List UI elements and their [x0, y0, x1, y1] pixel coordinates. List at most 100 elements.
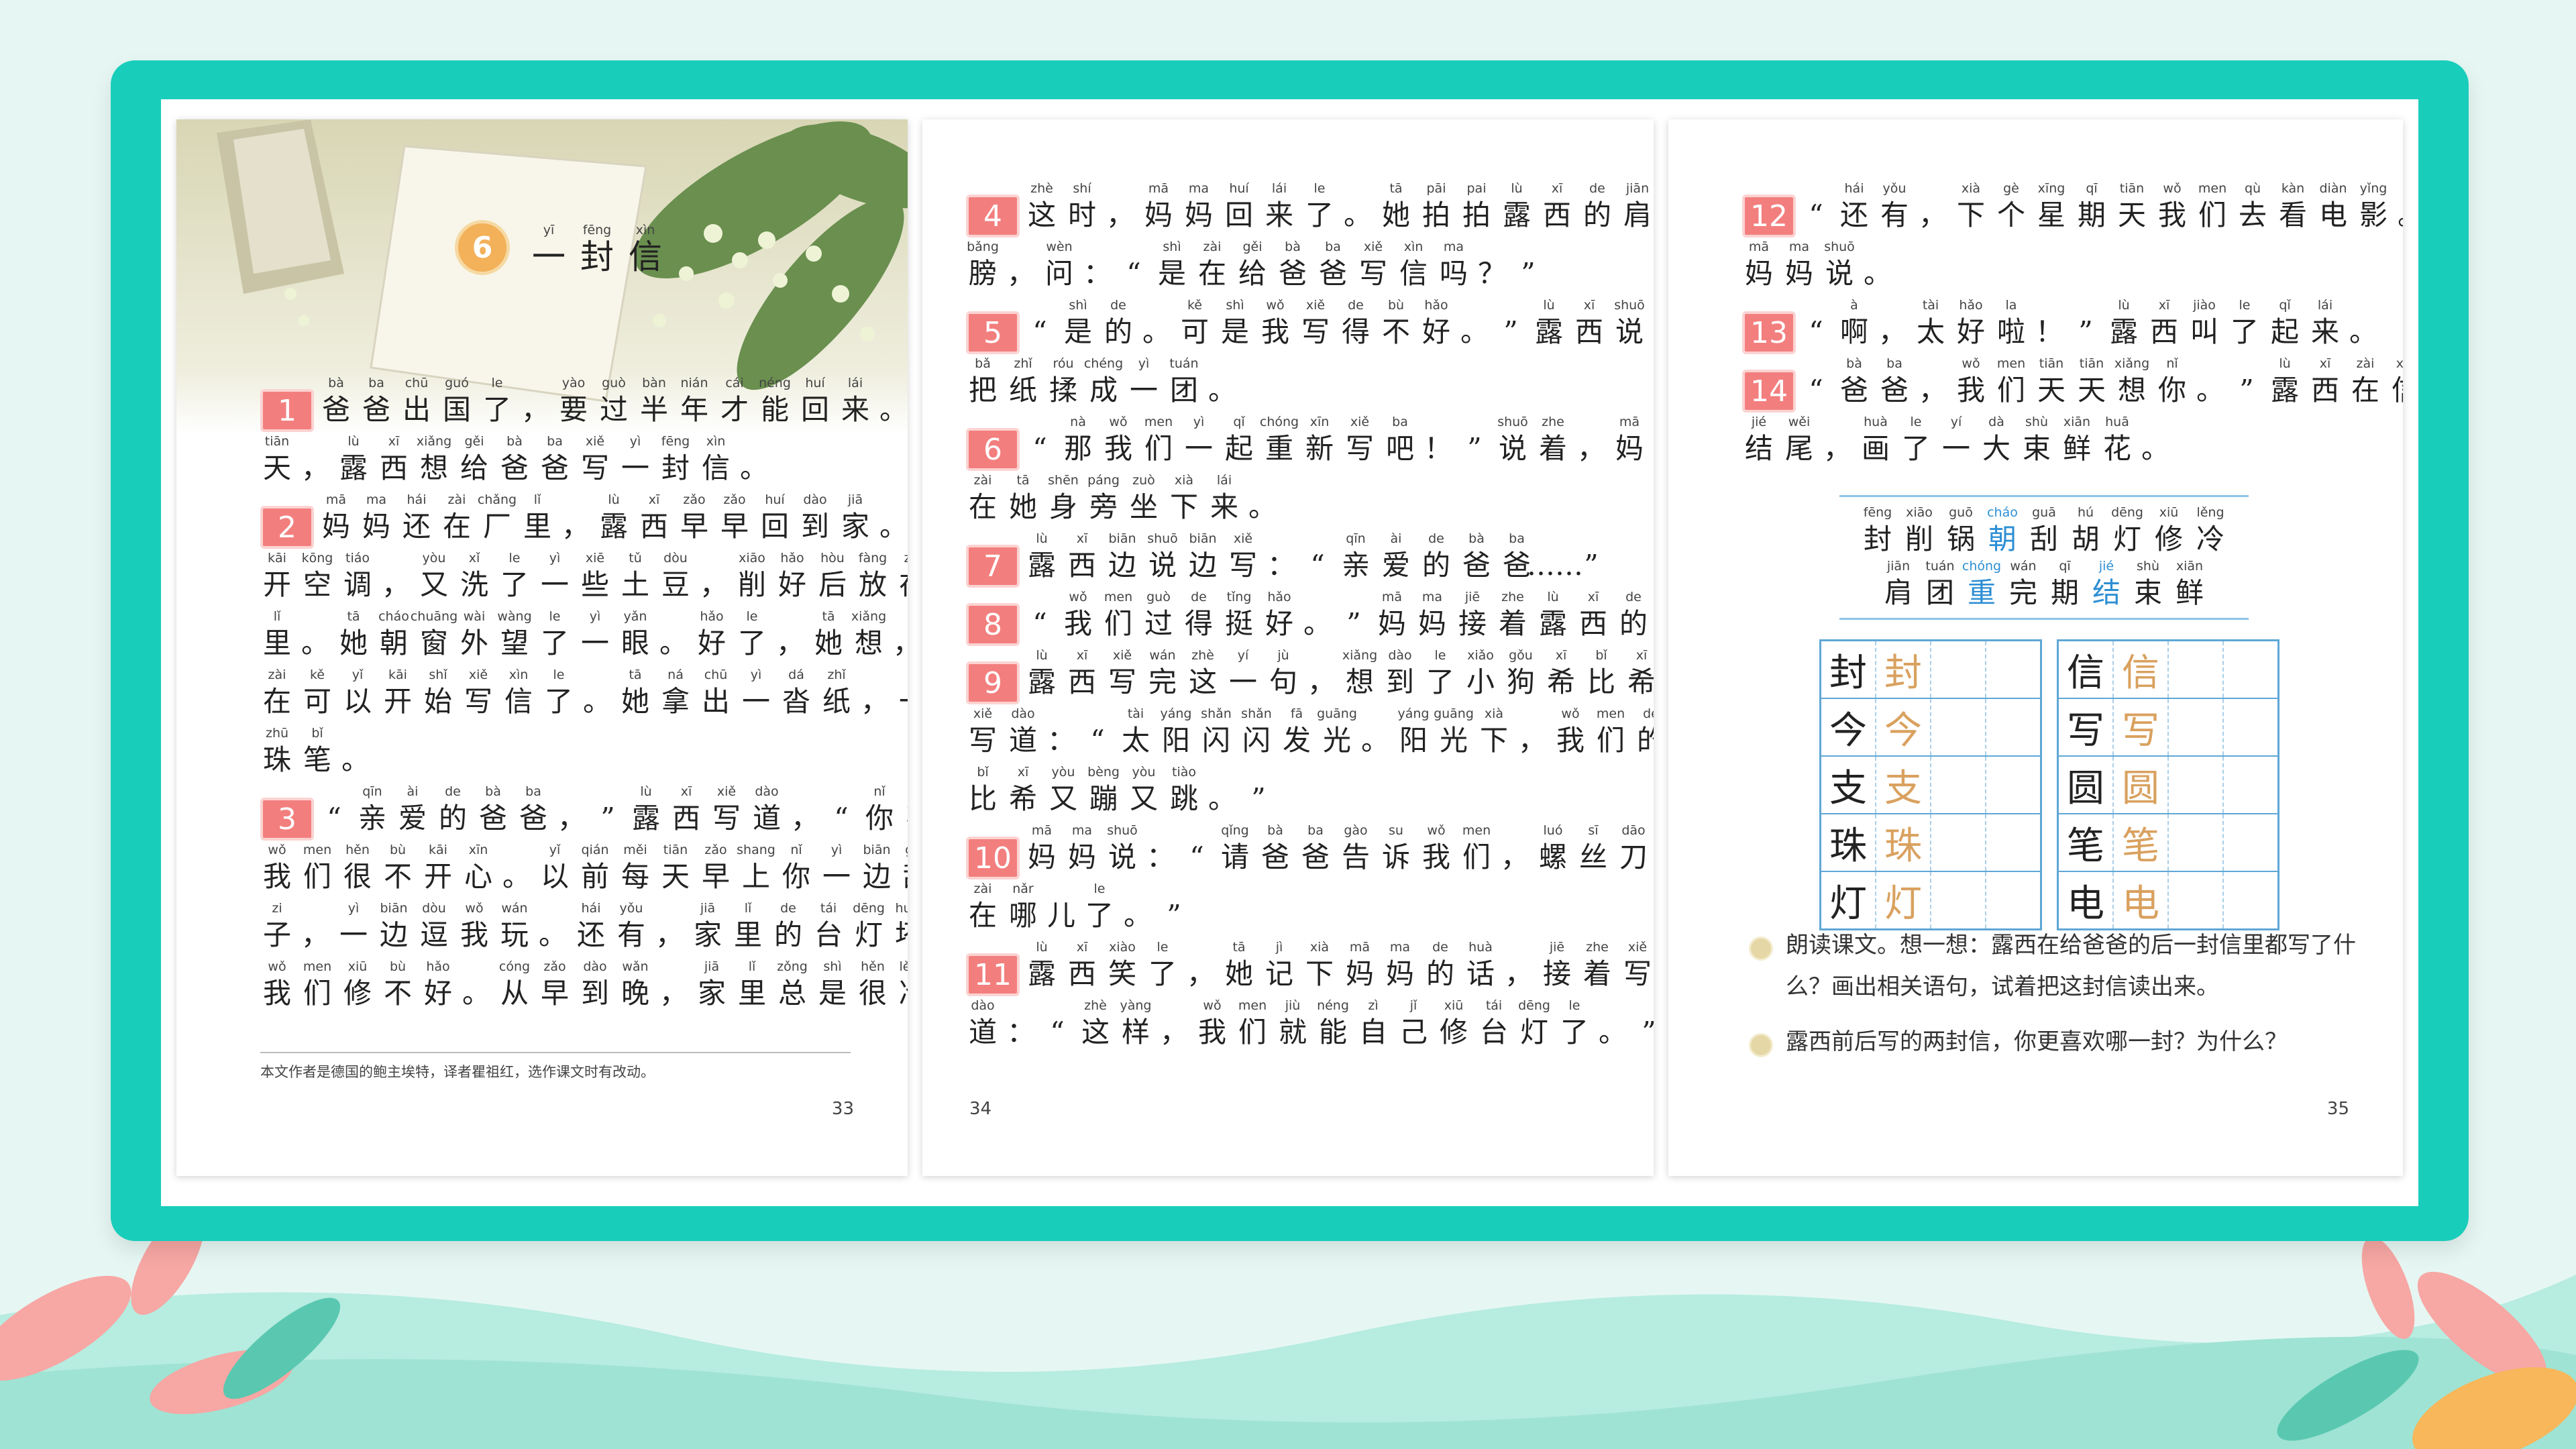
question-1: 朗读课文。想一想：露西在给爸爸的后一封信里都写了什么？画出相关语句，试着把这封信…: [1749, 924, 2386, 1008]
pinyin: wǒ: [1069, 590, 1087, 604]
pinyin: le: [2239, 298, 2251, 313]
pinyin: hái: [1844, 181, 1864, 196]
hanzi: 在: [899, 567, 908, 603]
pinyin: jiào: [2193, 298, 2216, 313]
ruby-char: shù 束: [2127, 557, 2169, 611]
writing-char-cell: 灯: [1821, 872, 1876, 928]
ruby-char: lù 露: [333, 433, 374, 486]
paragraph-number-badge: 2: [260, 506, 314, 549]
ruby-char: ”: [1240, 763, 1277, 817]
writing-practice-grid: 封封今今支支珠珠灯灯 信信写写圆圆笔笔电电: [1819, 639, 2279, 930]
hanzi: 国: [442, 393, 471, 426]
pinyin: cháo: [378, 609, 409, 624]
hanzi: 有: [616, 918, 645, 951]
ruby-char: xiě 写: [458, 666, 498, 720]
pinyin: tā: [629, 667, 642, 682]
paragraph-number-badge: 6: [966, 428, 1020, 471]
hanzi: 坐: [1129, 490, 1158, 523]
pinyin: wán: [1149, 648, 1176, 663]
pinyin: tái: [820, 901, 837, 916]
hanzi: ，: [893, 625, 908, 661]
ruby-char: wěi 尾: [1779, 413, 1819, 467]
ruby-char: “: [1299, 530, 1336, 584]
pinyin: xī: [1635, 648, 1648, 663]
ruby-char: nǐ 你: [2152, 355, 2192, 409]
pinyin: qù: [2244, 181, 2261, 196]
pinyin: guò: [602, 376, 626, 390]
ruby-char: bǐ 比: [963, 763, 1003, 817]
pinyin: xī: [2158, 298, 2170, 313]
pinyin: le: [1313, 181, 1326, 196]
ruby-char: ！: [2031, 297, 2068, 350]
pinyin: bù: [389, 843, 407, 857]
ruby-char: men 们: [1138, 413, 1179, 467]
ruby-char: kàn 看: [2273, 180, 2313, 233]
pinyin: bàn: [642, 376, 666, 390]
ruby-char: xī 西: [2305, 355, 2345, 409]
hanzi: 天: [262, 451, 291, 484]
hanzi: 请: [1220, 841, 1249, 873]
ruby-char: gào 告: [1336, 822, 1376, 875]
hanzi: 冷: [899, 975, 908, 1012]
hanzi: 。: [538, 918, 567, 951]
ruby-char: xiān 鲜: [2057, 413, 2097, 467]
pinyin: xià: [1961, 181, 1981, 196]
hanzi: 在: [2351, 374, 2379, 407]
hanzi: 拍: [1421, 199, 1450, 231]
hanzi: 露: [1027, 665, 1056, 698]
hanzi: 们: [1996, 374, 2025, 407]
hanzi: 露: [631, 802, 660, 835]
writing-row: 支支: [1821, 757, 2040, 814]
hanzi: 到: [800, 510, 829, 543]
ruby-char: lǐ 里: [728, 900, 768, 953]
hanzi: 来: [1210, 490, 1238, 523]
ruby-char: hái 还: [396, 491, 437, 545]
ruby-char: yì 一: [333, 900, 374, 953]
pinyin: tuán: [1169, 356, 1199, 371]
ruby-char: hǎo 好: [692, 608, 732, 661]
pinyin: men: [303, 843, 332, 857]
hanzi: 妈: [1345, 957, 1374, 990]
ruby-char: jiào 叫: [2184, 297, 2224, 350]
ruby-char: xiū 修: [2148, 504, 2190, 557]
question-2: 露西前后写的两封信，你更喜欢哪一封？为什么？: [1749, 1021, 2386, 1063]
hanzi: “: [1050, 1016, 1065, 1049]
pinyin: xiān: [2176, 559, 2204, 574]
hanzi: 家: [841, 510, 869, 543]
hanzi: 接: [1458, 607, 1487, 640]
hanzi: 露: [339, 451, 368, 484]
ruby-char: de 的: [1631, 705, 1654, 759]
ruby-char: yì 一: [575, 608, 615, 661]
hanzi: 大: [1982, 432, 2010, 465]
hanzi: 了: [500, 568, 529, 601]
hanzi: 她: [814, 627, 843, 659]
pinyin: huà: [1468, 940, 1493, 955]
ruby-char: yòu 又: [1043, 763, 1083, 817]
hanzi: 始: [423, 685, 452, 718]
pinyin: shì: [1226, 298, 1244, 313]
hanzi: ”: [1642, 1014, 1654, 1051]
ruby-char: mā 妈: [1022, 822, 1062, 875]
pinyin: le: [508, 551, 521, 566]
ruby-char: le 了: [1420, 647, 1460, 700]
pinyin: wěi: [1788, 415, 1811, 429]
hanzi: 开: [423, 860, 452, 893]
hanzi: 们: [1144, 432, 1173, 465]
pinyin: mā: [1381, 590, 1403, 604]
hanzi: ，: [1186, 957, 1215, 990]
ruby-char: ！: [1420, 413, 1456, 467]
hanzi: 过: [599, 393, 628, 426]
ruby-char: le 了: [535, 608, 575, 661]
hanzi: 边: [1108, 549, 1136, 582]
pinyin: zǎo: [683, 492, 706, 507]
hanzi: 妈: [1027, 841, 1056, 873]
writing-row: 珠珠: [1821, 814, 2040, 872]
pinyin: chǎng: [477, 492, 517, 507]
hanzi: 膀: [968, 257, 997, 290]
hanzi: 说: [1498, 432, 1527, 465]
ruby-char: fēng 封: [1857, 504, 1898, 557]
pinyin: bǎng: [967, 239, 999, 254]
pinyin: nǐ: [873, 784, 885, 799]
ruby-char: zài在: [893, 549, 908, 603]
hanzi: 修: [343, 977, 372, 1010]
